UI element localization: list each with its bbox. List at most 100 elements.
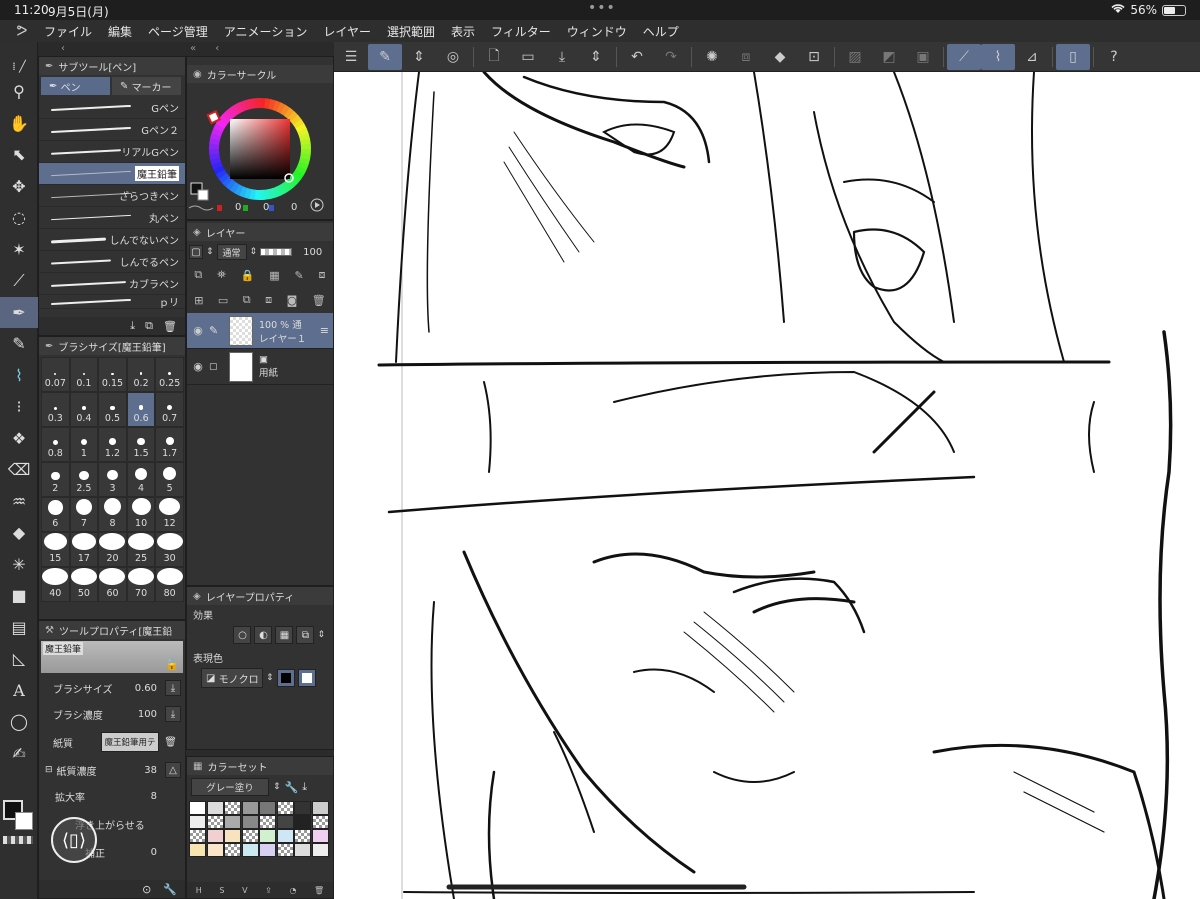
brush-size-option[interactable]: 7	[69, 497, 99, 532]
frame-icon[interactable]: ▣	[906, 44, 940, 70]
text-icon[interactable]: A	[0, 675, 38, 707]
color-swatch[interactable]	[311, 815, 329, 829]
updown-icon[interactable]: ⇕	[250, 247, 258, 257]
hamburger-icon[interactable]: ☰	[334, 44, 368, 70]
menu-filter[interactable]: フィルター	[491, 23, 551, 40]
paper-row[interactable]: 紙質 魔王鉛筆用テ 🗑	[39, 727, 185, 757]
updown-icon[interactable]: ⇕	[206, 247, 214, 257]
updown-icon[interactable]: ⇕	[579, 44, 613, 70]
eye-icon[interactable]: ◉	[187, 360, 209, 373]
s-icon[interactable]: S	[219, 886, 224, 895]
menu-help[interactable]: ヘルプ	[643, 23, 679, 40]
clip-studio-logo-icon[interactable]: ᕗ	[0, 22, 44, 40]
color-swatch[interactable]	[224, 815, 241, 829]
edit-pen-icon[interactable]: ✎	[209, 324, 225, 337]
color-swatch[interactable]	[294, 815, 311, 829]
frame-border-icon[interactable]: ▤	[0, 612, 38, 644]
copy-layer-icon[interactable]: ⧉	[243, 293, 251, 307]
brush-size-option[interactable]: 70	[126, 567, 156, 602]
color-swatch[interactable]	[189, 801, 206, 815]
brush-item[interactable]: ざらつきペン	[39, 185, 185, 207]
menu-animation[interactable]: アニメーション	[224, 23, 308, 40]
help-icon[interactable]: ?	[1097, 44, 1131, 70]
undo-icon[interactable]: ↶	[620, 44, 654, 70]
subtool-trash-icon[interactable]: 🗑	[163, 320, 177, 333]
drawing-canvas[interactable]	[334, 72, 1200, 899]
brush-item[interactable]: しんでるペン	[39, 251, 185, 273]
density-row[interactable]: ブラシ濃度 100 ⤓	[39, 701, 185, 727]
figure-icon[interactable]: ■	[0, 580, 38, 612]
pen-tool-small-icon[interactable]: ⁞ ╱	[0, 56, 38, 76]
hsv-icon[interactable]: H	[196, 886, 202, 895]
white-color-button[interactable]	[297, 669, 316, 687]
brush-size-option[interactable]: 2.5	[69, 462, 99, 497]
brush-size-option[interactable]: 40	[41, 567, 70, 602]
brush-size-option[interactable]: 60	[98, 567, 127, 602]
brush-size-option[interactable]: 17	[69, 532, 99, 567]
color-swatch[interactable]	[294, 829, 311, 843]
effect-tone-icon[interactable]: ◐	[254, 626, 273, 644]
brush-size-option[interactable]: 6	[41, 497, 70, 532]
brush-size-option[interactable]: 12	[155, 497, 184, 532]
eye-icon[interactable]: ◉	[187, 324, 209, 337]
gradient-tool-icon[interactable]: ✳	[0, 549, 38, 581]
magic-wand-icon[interactable]: ✶	[0, 234, 38, 266]
pen-tool-icon[interactable]: ✒	[0, 296, 38, 328]
tool-settings-icon[interactable]: 🔧	[163, 883, 177, 896]
brush-pressure-icon[interactable]: ⌇	[981, 43, 1015, 70]
brush-size-option[interactable]: 1.5	[126, 427, 156, 462]
effect-screen-icon[interactable]: ▦	[275, 626, 294, 644]
color-swatch[interactable]	[206, 843, 224, 857]
brush-item[interactable]: 魔王鉛筆	[39, 163, 185, 185]
color-swatch[interactable]	[241, 815, 259, 829]
eyedropper-icon[interactable]: ⟋	[0, 265, 38, 297]
brush-size-option[interactable]: 0.3	[41, 392, 70, 427]
brush-size-option[interactable]: 1.2	[98, 427, 127, 462]
redo-icon[interactable]: ↷	[654, 44, 688, 70]
subtool-copy-icon[interactable]: ⧉	[145, 319, 153, 333]
color-swatch[interactable]	[224, 829, 241, 843]
layer-mask-icon[interactable]: ▢	[189, 245, 203, 259]
color-swatch[interactable]	[276, 829, 294, 843]
layer-row[interactable]: ◉ ▢ ▣ 用紙	[187, 349, 333, 385]
share-icon[interactable]: ⇪	[265, 886, 272, 895]
reference-icon[interactable]: ⛯	[217, 268, 226, 282]
brush-item[interactable]: しんでないペン	[39, 229, 185, 251]
brush-size-option[interactable]: 15	[41, 532, 70, 567]
color-swatch[interactable]	[276, 815, 294, 829]
color-swatch[interactable]	[206, 801, 224, 815]
menu-file[interactable]: ファイル	[44, 23, 92, 40]
paper-texture-button[interactable]: 魔王鉛筆用テ	[101, 732, 159, 752]
color-swatch[interactable]	[259, 801, 276, 815]
color-swatch[interactable]	[189, 843, 206, 857]
ruler-icon[interactable]: ⊿	[1015, 44, 1049, 70]
color-swatch[interactable]	[189, 815, 206, 829]
delete-color-icon[interactable]: 🗑	[314, 886, 324, 895]
layer-mask-add-icon[interactable]: ◙	[287, 294, 298, 307]
ruler-tool-icon[interactable]: ◺	[0, 643, 38, 675]
mask-icon[interactable]: ▨	[838, 44, 872, 70]
lock-layer-icon[interactable]: 🔒	[241, 269, 255, 282]
correct-line-icon[interactable]: ✍	[0, 738, 38, 770]
loading-icon[interactable]: ✺	[695, 44, 729, 70]
brush-size-option[interactable]: 1	[69, 427, 99, 462]
move-icon[interactable]: ✥	[0, 171, 38, 203]
fill-bucket-icon[interactable]: ◆	[0, 517, 38, 549]
pen-pressure-icon[interactable]: ⟋	[947, 43, 981, 70]
color-swatch[interactable]	[206, 815, 224, 829]
color-swatch[interactable]	[224, 801, 241, 815]
new-raster-icon[interactable]: ⊞	[194, 294, 203, 307]
brush-size-option[interactable]: 30	[155, 532, 184, 567]
menu-edit[interactable]: 編集	[108, 23, 132, 40]
brush-item[interactable]: Gペン２	[39, 119, 185, 141]
brush-size-option[interactable]: 0.5	[98, 392, 127, 427]
v-icon[interactable]: V	[242, 886, 247, 895]
color-set-select[interactable]: グレー塗り	[191, 778, 269, 796]
balloon-icon[interactable]: ◯	[0, 706, 38, 738]
add-color-icon[interactable]: ◔	[289, 886, 296, 895]
layer-check-icon[interactable]: ▢	[209, 362, 225, 372]
color-swatch[interactable]	[259, 843, 276, 857]
hand-icon[interactable]: ✋	[0, 108, 38, 140]
brush-size-option[interactable]: 50	[69, 567, 99, 602]
brush-item[interactable]: カブラペン	[39, 273, 185, 295]
